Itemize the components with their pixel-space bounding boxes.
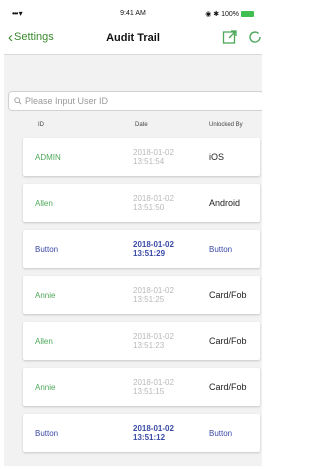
row-id: Annie xyxy=(35,290,56,300)
row-datetime: 2018-01-02 13:51:15 xyxy=(133,368,174,406)
status-right: ◉ ✱ 100% xyxy=(205,10,254,18)
row-datetime: 2018-01-02 13:51:29 xyxy=(133,230,174,268)
table-row[interactable]: Allen 2018-01-02 13:51:23 Card/Fob xyxy=(23,322,260,360)
row-time: 13:51:54 xyxy=(133,157,165,166)
row-date: 2018-01-02 xyxy=(133,286,174,295)
row-date: 2018-01-02 xyxy=(133,424,174,433)
row-datetime: 2018-01-02 13:51:50 xyxy=(133,184,174,222)
table-row[interactable]: Annie 2018-01-02 13:51:25 Card/Fob xyxy=(23,276,260,314)
row-time: 13:51:12 xyxy=(133,433,166,442)
column-header-id: ID xyxy=(38,122,44,128)
row-date: 2018-01-02 xyxy=(133,194,174,203)
column-header-date: Date xyxy=(135,122,148,128)
row-time: 13:51:25 xyxy=(133,295,165,304)
row-id: Button xyxy=(35,244,59,254)
row-date: 2018-01-02 xyxy=(133,148,174,157)
search-bar xyxy=(8,91,262,111)
row-unlocked-by: Button xyxy=(209,428,233,438)
row-datetime: 2018-01-02 13:51:54 xyxy=(133,138,174,176)
row-unlocked-by: iOS xyxy=(209,152,225,162)
row-id: ADMIN xyxy=(35,152,61,162)
row-unlocked-by: Button xyxy=(209,244,233,254)
status-indicators: ◉ ✱ 100% xyxy=(205,11,239,18)
status-bar: ••• ▾ 9:41 AM ◉ ✱ 100% xyxy=(4,4,262,22)
battery-icon xyxy=(241,11,254,17)
row-time: 13:51:29 xyxy=(133,249,166,258)
row-unlocked-by: Android xyxy=(209,198,241,208)
row-time: 13:51:50 xyxy=(133,203,165,212)
table-row[interactable]: Button 2018-01-02 13:51:29 Button xyxy=(23,230,260,268)
row-id: Annie xyxy=(35,382,56,392)
search-icon xyxy=(14,97,22,105)
row-date: 2018-01-02 xyxy=(133,240,174,249)
row-id: Allen xyxy=(35,198,53,208)
refresh-icon[interactable] xyxy=(247,29,262,45)
row-id: Allen xyxy=(35,336,53,346)
row-datetime: 2018-01-02 13:51:23 xyxy=(133,322,174,360)
row-time: 13:51:23 xyxy=(133,341,165,350)
column-header-unlocked-by: Unlocked By xyxy=(209,122,243,128)
row-unlocked-by: Card/Fob xyxy=(209,290,247,300)
table-row[interactable]: Button 2018-01-02 13:51:12 Button xyxy=(23,414,260,452)
row-date: 2018-01-02 xyxy=(133,332,174,341)
row-datetime: 2018-01-02 13:51:12 xyxy=(133,414,174,452)
table-header: ID Date Unlocked By xyxy=(4,122,262,134)
row-datetime: 2018-01-02 13:51:25 xyxy=(133,276,174,314)
row-time: 13:51:15 xyxy=(133,387,165,396)
table-row[interactable]: ADMIN 2018-01-02 13:51:54 iOS xyxy=(23,138,260,176)
share-icon[interactable] xyxy=(222,29,238,45)
table-row[interactable]: Allen 2018-01-02 13:51:50 Android xyxy=(23,184,260,222)
row-date: 2018-01-02 xyxy=(133,378,174,387)
table-row[interactable]: Annie 2018-01-02 13:51:15 Card/Fob xyxy=(23,368,260,406)
search-input[interactable] xyxy=(25,96,240,106)
phone-screen: ••• ▾ 9:41 AM ◉ ✱ 100% ‹ Settings Audit … xyxy=(4,4,262,466)
row-unlocked-by: Card/Fob xyxy=(209,336,247,346)
row-id: Button xyxy=(35,428,59,438)
row-unlocked-by: Card/Fob xyxy=(209,382,247,392)
navigation-bar: ‹ Settings Audit Trail xyxy=(4,22,262,55)
